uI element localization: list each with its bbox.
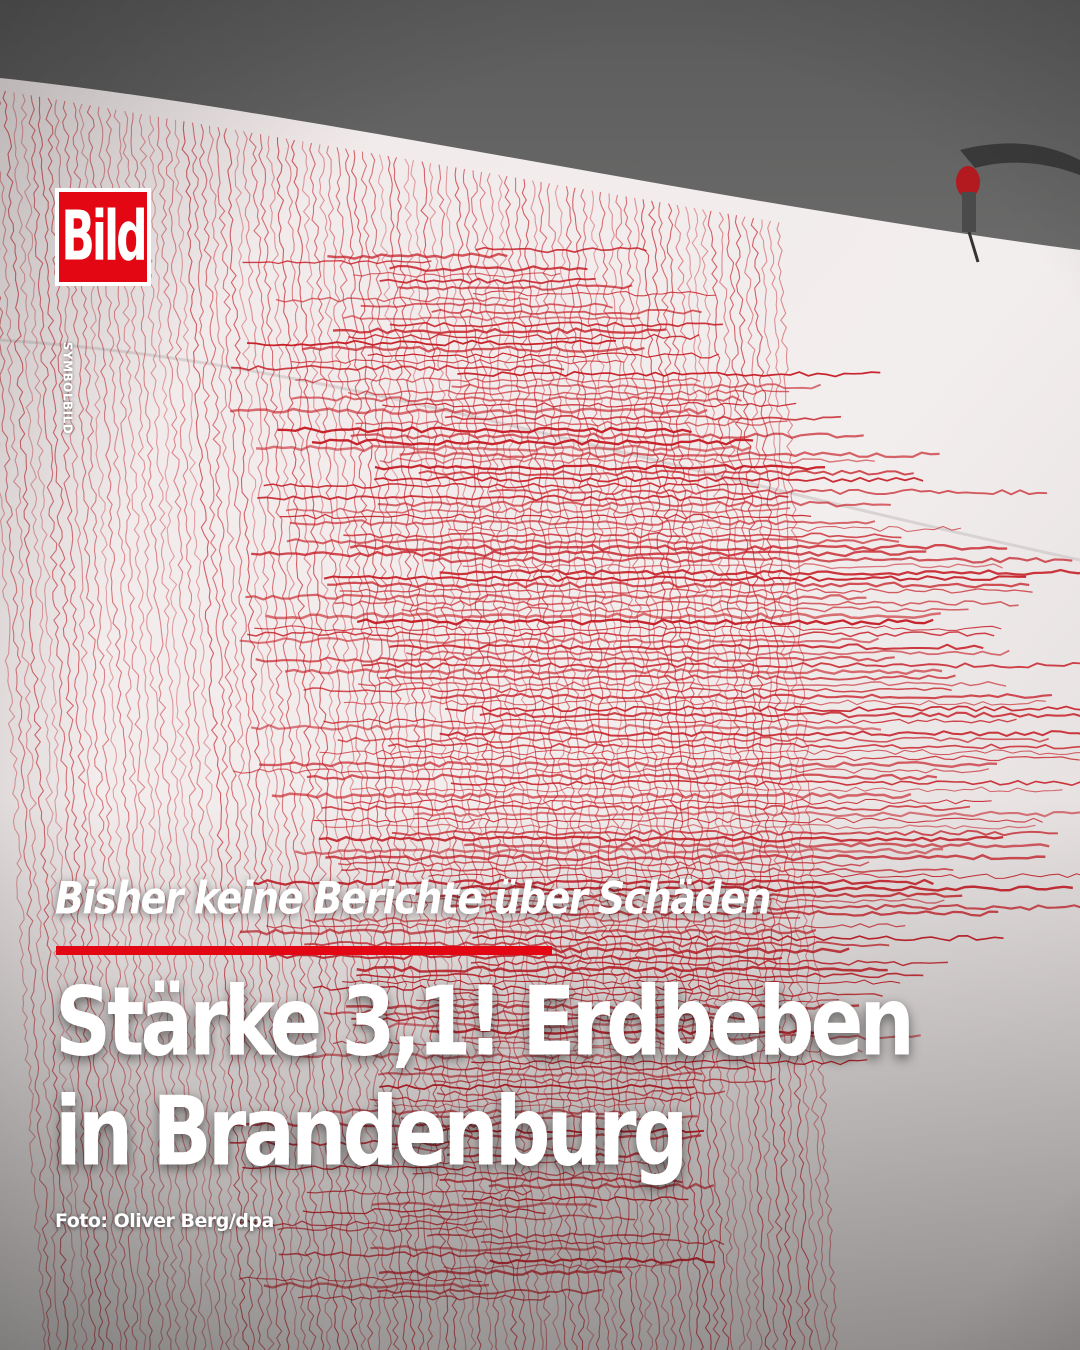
headline-line-1: Stärke 3,1! Erdbeben [55,968,915,1078]
photo-credit: Foto: Oliver Berg/dpa [55,1210,274,1232]
article-kicker: Bisher keine Berichte über Schäden [55,872,772,924]
headline-line-2: in Brandenburg [55,1077,688,1188]
symbolbild-label: SYMBOLBILD [60,341,74,434]
article-headline: Stärke 3,1! Erdbeben in Brandenburg [55,968,915,1188]
social-post-card: Bild SYMBOLBILD Bisher keine Berichte üb… [0,0,1080,1350]
bild-logo-text: Bild [61,197,147,277]
bild-logo: Bild [55,188,151,286]
kicker-divider [56,946,552,955]
